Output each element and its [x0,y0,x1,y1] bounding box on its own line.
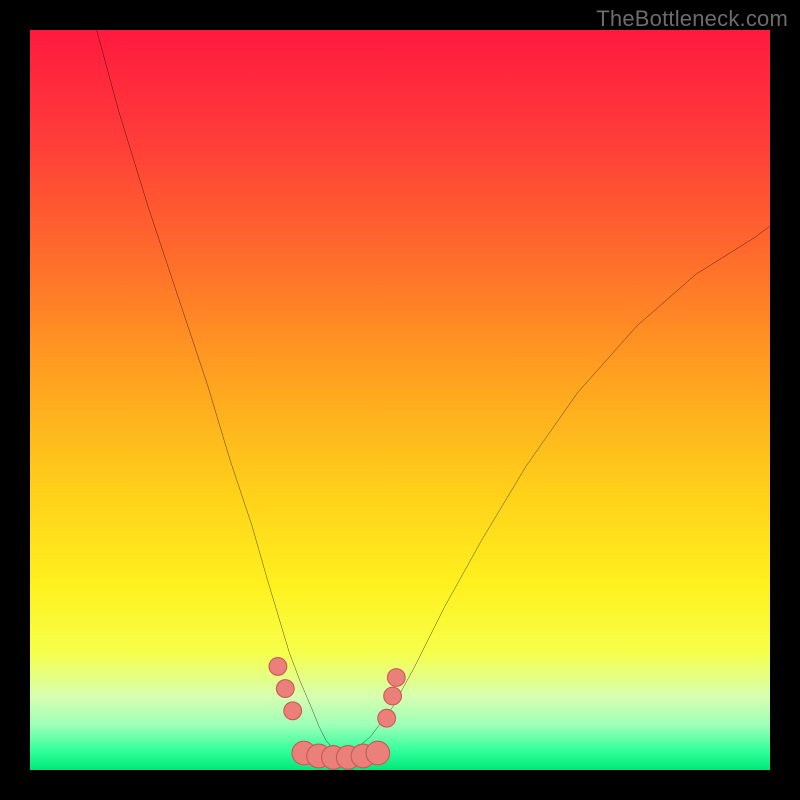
bottleneck-curve [97,30,770,753]
valley-marker [387,669,405,687]
chart-frame: TheBottleneck.com [0,0,800,800]
watermark-text: TheBottleneck.com [596,6,788,32]
plot-area [30,30,770,770]
valley-marker [269,658,287,676]
valley-markers-group [269,658,405,770]
valley-marker [366,741,390,765]
valley-marker [378,709,396,727]
valley-marker [284,702,302,720]
valley-marker [384,687,402,705]
curve-layer [30,30,770,770]
valley-marker [276,680,294,698]
